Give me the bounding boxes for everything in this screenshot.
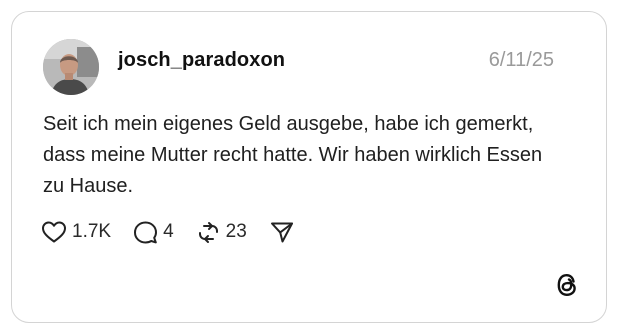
post-card[interactable]: josch_paradoxon 6/11/25 Seit ich mein ei… (11, 11, 607, 323)
profile-photo-icon (43, 39, 99, 95)
post-date: 6/11/25 (488, 49, 554, 71)
repost-count: 23 (225, 221, 247, 242)
repost-icon (196, 220, 221, 245)
threads-logo-icon[interactable] (554, 270, 580, 300)
post-text: Seit ich mein eigenes Geld ausgebe, habe… (43, 113, 543, 197)
action-bar: 1.7K 4 23 (41, 217, 317, 247)
send-icon (269, 220, 295, 245)
repost-button[interactable]: 23 (196, 220, 247, 245)
like-count: 1.7K (72, 221, 112, 242)
reply-button[interactable]: 4 (133, 220, 174, 245)
share-button[interactable] (269, 220, 295, 245)
reply-count: 4 (163, 221, 174, 242)
username[interactable]: josch_paradoxon (118, 49, 285, 72)
like-button[interactable]: 1.7K (41, 220, 111, 244)
avatar[interactable] (43, 39, 99, 95)
comment-icon (133, 220, 158, 245)
heart-icon (41, 220, 67, 244)
